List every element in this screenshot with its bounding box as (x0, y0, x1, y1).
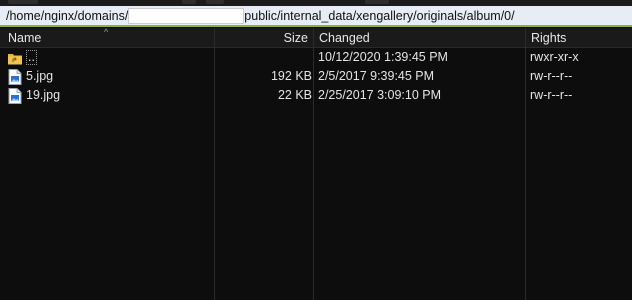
file-rights: rwxr-xr-x (530, 50, 579, 64)
sort-ascending-icon: ^ (104, 27, 109, 37)
path-address-bar[interactable]: /home/nginx/domains/public/internal_data… (0, 6, 632, 27)
column-header-changed[interactable]: Changed (313, 28, 523, 48)
column-header-rights[interactable]: Rights (525, 28, 630, 48)
path-prefix: /home/nginx/domains/ (6, 8, 129, 23)
column-header-size[interactable]: Size (216, 28, 314, 48)
file-list: .. 10/12/2020 1:39:45 PM rwxr-xr-x 5.jpg… (0, 48, 632, 105)
file-list-header: Name ^ Size Changed Rights (0, 28, 632, 48)
file-changed: 2/5/2017 9:39:45 PM (318, 69, 435, 83)
image-file-icon (8, 87, 22, 104)
file-row[interactable]: .. 10/12/2020 1:39:45 PM rwxr-xr-x (0, 48, 632, 67)
path-suffix: public/internal_data/xengallery/original… (244, 8, 515, 23)
file-row[interactable]: 19.jpg 22 KB 2/25/2017 3:09:10 PM rw-r--… (0, 86, 632, 105)
file-size (216, 48, 312, 67)
file-rights: rw-r--r-- (530, 88, 573, 102)
redacted-path-segment (128, 7, 245, 24)
file-rights: rw-r--r-- (530, 69, 573, 83)
file-name: 5.jpg (26, 69, 54, 83)
file-changed: 2/25/2017 3:09:10 PM (318, 88, 442, 102)
file-size: 192 KB (270, 69, 312, 83)
file-size: 22 KB (277, 88, 312, 102)
file-row[interactable]: 5.jpg 192 KB 2/5/2017 9:39:45 PM rw-r--r… (0, 67, 632, 86)
file-changed: 10/12/2020 1:39:45 PM (318, 50, 448, 64)
image-file-icon (8, 68, 22, 85)
file-name: .. (26, 50, 37, 65)
parent-folder-icon (8, 53, 22, 64)
file-name: 19.jpg (26, 88, 61, 102)
